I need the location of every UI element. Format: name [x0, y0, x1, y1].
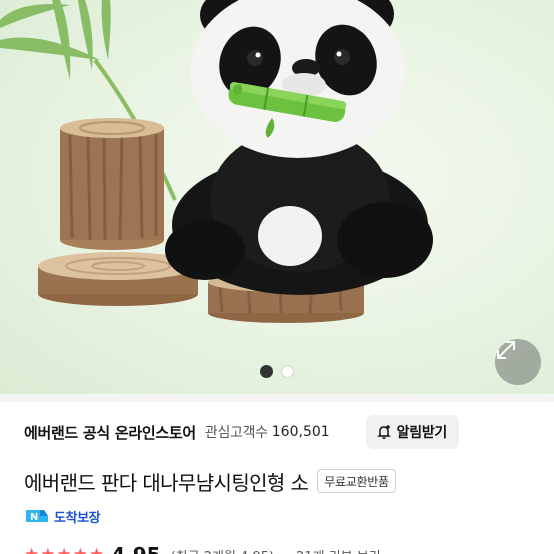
- star-icon: ★: [40, 545, 55, 554]
- free-return-badge: 무료교환반품: [317, 469, 396, 493]
- store-info: 에버랜드 공식 온라인스토어 관심고객수 160,501 알림받기: [24, 414, 536, 450]
- expand-diagonal-icon: [497, 341, 515, 359]
- product-title: 에버랜드 판다 대나무냠시팅인형 소: [24, 470, 309, 495]
- arrival-badge-letter: N: [30, 512, 38, 523]
- rating-row[interactable]: ★ ★ ★ ★ ★ 4.95 (최근 2개월 4.95) 21개 리뷰 보기: [24, 543, 554, 554]
- star-icon: ★: [24, 545, 39, 554]
- star-icon: ★: [73, 545, 88, 554]
- star-icon: ★: [57, 545, 72, 554]
- carousel-indicator: [0, 365, 554, 378]
- expand-image-button[interactable]: [495, 339, 541, 385]
- bell-plus-icon: [376, 425, 391, 439]
- rating-recent: (최근 2개월 4.95): [171, 546, 274, 554]
- followers-count: 160,501: [271, 424, 330, 440]
- product-image[interactable]: [0, 0, 554, 394]
- notify-label: 알림받기: [396, 425, 448, 441]
- star-icon: ★: [89, 545, 104, 554]
- rating-score: 4.95: [111, 543, 160, 554]
- store-name-link[interactable]: 에버랜드 공식 온라인스토어: [24, 422, 196, 443]
- arrival-truck-icon: N: [26, 510, 48, 523]
- notify-button[interactable]: 알림받기: [365, 415, 459, 449]
- product-title-row: 에버랜드 판다 대나무냠시팅인형 소 무료교환반품: [24, 464, 554, 498]
- panda-plush-photo: [0, 0, 433, 323]
- followers-label: 관심고객수: [204, 425, 268, 441]
- section-divider: [0, 394, 554, 402]
- carousel-dot-2[interactable]: [281, 365, 294, 378]
- review-link[interactable]: 21개 리뷰 보기: [296, 546, 381, 554]
- arrival-guarantee[interactable]: N 도착보장: [24, 505, 101, 527]
- arrival-label: 도착보장: [54, 510, 101, 526]
- carousel-dot-1[interactable]: [260, 365, 273, 378]
